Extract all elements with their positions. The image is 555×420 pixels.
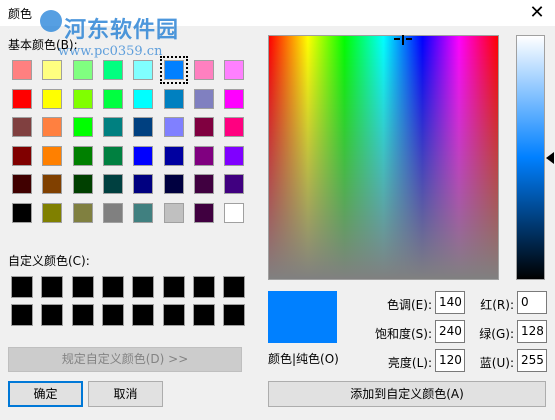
cancel-button[interactable]: 取消 (88, 381, 163, 407)
spectrum-crosshair-right (406, 38, 412, 40)
basic-color-swatch[interactable] (42, 60, 62, 80)
basic-color-swatch[interactable] (73, 203, 93, 223)
basic-color-swatch[interactable] (194, 60, 214, 80)
basic-color-swatch[interactable] (73, 89, 93, 109)
basic-color-swatch[interactable] (73, 146, 93, 166)
close-icon[interactable]: ✕ (522, 2, 552, 24)
custom-color-swatch[interactable] (132, 304, 154, 326)
sat-label: 饱和度(S): (374, 327, 432, 341)
custom-colors-label: 自定义颜色(C): (8, 254, 90, 268)
basic-color-swatch[interactable] (224, 117, 244, 137)
lum-field[interactable]: 120 (435, 349, 465, 372)
custom-color-swatch[interactable] (223, 304, 245, 326)
custom-color-swatch[interactable] (132, 276, 154, 298)
basic-color-swatch[interactable] (160, 56, 188, 84)
green-label: 绿(G): (479, 327, 514, 341)
custom-color-swatch[interactable] (41, 304, 63, 326)
basic-color-swatch[interactable] (224, 174, 244, 194)
basic-color-swatch[interactable] (12, 203, 32, 223)
basic-color-swatch[interactable] (103, 146, 123, 166)
basic-color-swatch[interactable] (133, 146, 153, 166)
custom-color-swatch[interactable] (102, 276, 124, 298)
custom-color-swatch[interactable] (11, 276, 33, 298)
hue-label: 色调(E): (387, 298, 432, 312)
basic-color-swatch[interactable] (224, 203, 244, 223)
basic-color-swatch[interactable] (194, 117, 214, 137)
custom-color-swatch[interactable] (41, 276, 63, 298)
basic-color-swatch[interactable] (42, 146, 62, 166)
basic-color-swatch[interactable] (42, 203, 62, 223)
blue-label: 蓝(U): (479, 356, 514, 370)
basic-color-swatch[interactable] (103, 117, 123, 137)
basic-color-swatch[interactable] (73, 60, 93, 80)
spectrum-crosshair-left (394, 38, 400, 40)
basic-color-swatch[interactable] (12, 146, 32, 166)
basic-color-swatch[interactable] (164, 174, 184, 194)
basic-color-swatch[interactable] (194, 174, 214, 194)
basic-color-swatch[interactable] (42, 89, 62, 109)
basic-colors-label: 基本颜色(B): (8, 38, 78, 52)
basic-color-swatch[interactable] (224, 89, 244, 109)
blue-field[interactable]: 255 (517, 349, 547, 372)
spectrum-crosshair-icon (402, 35, 404, 45)
color-preview (268, 291, 337, 343)
basic-color-swatch[interactable] (133, 203, 153, 223)
basic-color-swatch[interactable] (164, 203, 184, 223)
custom-color-swatch[interactable] (11, 304, 33, 326)
luminance-arrow-icon[interactable] (546, 152, 554, 164)
custom-color-swatch[interactable] (223, 276, 245, 298)
basic-color-swatch[interactable] (12, 89, 32, 109)
sat-field[interactable]: 240 (435, 320, 465, 343)
basic-color-swatch[interactable] (103, 203, 123, 223)
ok-button[interactable]: 确定 (8, 381, 83, 407)
basic-color-swatch[interactable] (12, 60, 32, 80)
lum-label: 亮度(L): (387, 356, 432, 370)
basic-color-swatch[interactable] (73, 174, 93, 194)
basic-color-swatch[interactable] (103, 89, 123, 109)
basic-color-swatch[interactable] (73, 117, 93, 137)
basic-color-swatch[interactable] (133, 89, 153, 109)
basic-color-swatch[interactable] (194, 203, 214, 223)
basic-color-swatch[interactable] (164, 146, 184, 166)
custom-color-swatch[interactable] (193, 276, 215, 298)
add-to-custom-colors-button[interactable]: 添加到自定义颜色(A) (268, 381, 546, 407)
window-title: 颜色 (8, 7, 33, 21)
preview-label: 颜色|纯色(O) (268, 352, 339, 366)
red-field[interactable]: 0 (517, 291, 547, 314)
watermark-logo (40, 10, 62, 32)
basic-color-swatch[interactable] (12, 117, 32, 137)
basic-color-swatch[interactable] (133, 60, 153, 80)
basic-color-swatch[interactable] (224, 60, 244, 80)
custom-color-swatch[interactable] (163, 276, 185, 298)
basic-color-swatch[interactable] (224, 146, 244, 166)
basic-color-swatch[interactable] (133, 174, 153, 194)
custom-color-swatch[interactable] (193, 304, 215, 326)
basic-color-swatch[interactable] (42, 174, 62, 194)
basic-color-swatch[interactable] (164, 89, 184, 109)
hue-field[interactable]: 140 (435, 291, 465, 314)
basic-color-swatch[interactable] (12, 174, 32, 194)
basic-color-swatch[interactable] (133, 117, 153, 137)
custom-color-swatch[interactable] (72, 276, 94, 298)
luminance-bar[interactable] (516, 35, 545, 280)
basic-color-swatch[interactable] (194, 146, 214, 166)
red-label: 红(R): (480, 298, 514, 312)
green-field[interactable]: 128 (517, 320, 547, 343)
custom-color-swatch[interactable] (72, 304, 94, 326)
watermark-title: 河东软件园 (64, 17, 180, 43)
basic-color-swatch[interactable] (194, 89, 214, 109)
custom-color-swatch[interactable] (163, 304, 185, 326)
basic-color-swatch[interactable] (42, 117, 62, 137)
basic-color-swatch[interactable] (164, 117, 184, 137)
basic-color-swatch[interactable] (103, 174, 123, 194)
color-spectrum[interactable] (268, 35, 499, 280)
define-custom-colors-button[interactable]: 规定自定义颜色(D) >> (8, 347, 242, 372)
basic-color-swatch[interactable] (103, 60, 123, 80)
custom-color-swatch[interactable] (102, 304, 124, 326)
